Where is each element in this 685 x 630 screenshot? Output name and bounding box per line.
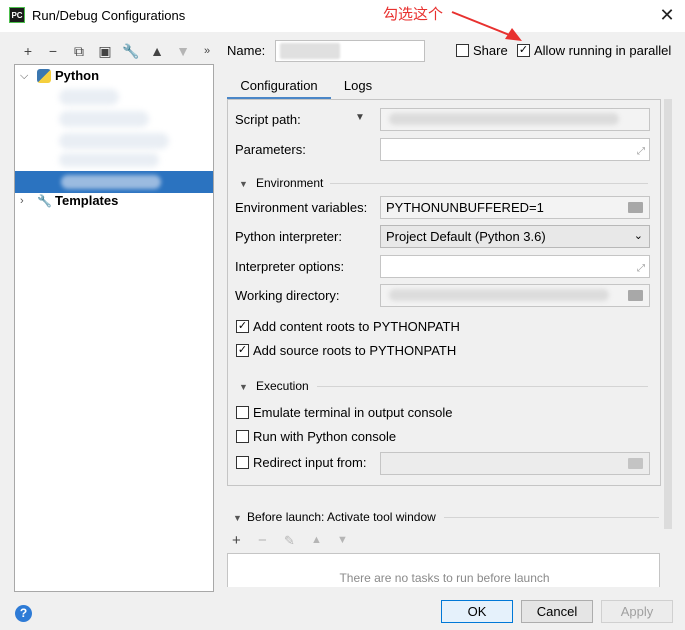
add-content-roots-checkbox[interactable]: ✓ xyxy=(236,320,249,333)
arrow-down-icon[interactable]: ▼ xyxy=(337,534,348,546)
interp-options-field[interactable]: ⤢ xyxy=(380,255,650,278)
add-source-roots-label: Add source roots to PYTHONPATH xyxy=(253,343,457,358)
allow-parallel-checkbox[interactable]: ✓ xyxy=(517,44,530,57)
chevron-down-icon[interactable]: ⌄ xyxy=(634,226,643,247)
script-path-label: Script path: xyxy=(235,112,301,127)
tree-item-templates[interactable]: › 🔧 Templates xyxy=(15,190,213,212)
redirect-input-field[interactable] xyxy=(380,452,650,475)
chevron-right-icon[interactable]: › xyxy=(20,190,24,212)
help-icon[interactable]: ? xyxy=(15,605,32,622)
parameters-field[interactable]: ⤢ xyxy=(380,138,650,161)
environment-section-title: Environment xyxy=(256,176,324,190)
more-icon[interactable]: » xyxy=(198,42,216,60)
expand-icon[interactable]: ⤢ xyxy=(637,258,645,279)
emulate-terminal-checkbox[interactable] xyxy=(236,406,249,419)
tree-item-label: Templates xyxy=(55,193,119,208)
allow-parallel-label: Allow running in parallel xyxy=(534,43,672,58)
annotation-arrow-icon xyxy=(451,11,522,41)
run-python-console-label: Run with Python console xyxy=(253,429,397,444)
tree-item-python[interactable]: ⌵ Python xyxy=(15,65,213,87)
save-icon[interactable]: ▣ xyxy=(96,42,114,60)
section-divider xyxy=(444,517,659,518)
wrench-icon: 🔧 xyxy=(37,194,52,208)
redirect-input-checkbox[interactable] xyxy=(236,456,249,469)
plus-icon[interactable]: + xyxy=(232,532,241,549)
share-checkbox[interactable] xyxy=(456,44,469,57)
blurred-path xyxy=(389,113,619,125)
folder-icon[interactable] xyxy=(628,458,643,469)
copy-icon[interactable]: ⧉ xyxy=(70,42,88,60)
chevron-down-icon[interactable]: ⌵ xyxy=(20,65,28,87)
add-source-roots-checkbox[interactable]: ✓ xyxy=(236,344,249,357)
collapse-icon[interactable]: ▼ xyxy=(233,513,242,523)
name-label: Name: xyxy=(227,43,266,58)
section-divider xyxy=(317,386,648,387)
interpreter-value: Project Default (Python 3.6) xyxy=(386,229,546,244)
env-vars-field[interactable]: PYTHONUNBUFFERED=1 xyxy=(380,196,650,219)
working-dir-field[interactable] xyxy=(380,284,650,307)
blurred-item xyxy=(59,111,149,127)
plus-icon[interactable]: + xyxy=(19,42,37,60)
name-field[interactable] xyxy=(275,40,425,62)
minus-icon[interactable]: − xyxy=(44,42,62,60)
configuration-tree[interactable]: ⌵ Python › 🔧 Templates xyxy=(14,64,214,592)
folder-icon[interactable] xyxy=(628,202,643,213)
arrow-up-icon[interactable]: ▲ xyxy=(148,42,166,60)
blurred-path xyxy=(389,289,609,301)
script-path-field[interactable] xyxy=(380,108,650,131)
apply-button[interactable]: Apply xyxy=(601,600,673,623)
interpreter-label: Python interpreter: xyxy=(235,229,342,244)
env-vars-value: PYTHONUNBUFFERED=1 xyxy=(386,200,544,215)
arrow-up-icon[interactable]: ▲ xyxy=(311,534,322,546)
empty-list-text: There are no tasks to run before launch xyxy=(339,571,550,585)
emulate-terminal-label: Emulate terminal in output console xyxy=(253,405,453,420)
before-launch-title: Before launch: Activate tool window xyxy=(247,510,436,524)
minus-icon[interactable]: − xyxy=(258,532,267,549)
share-label: Share xyxy=(473,43,508,58)
interp-options-label: Interpreter options: xyxy=(235,259,345,274)
section-divider xyxy=(330,183,648,184)
expand-icon[interactable]: ⤢ xyxy=(637,141,645,162)
blurred-item xyxy=(59,153,159,167)
interpreter-select[interactable]: Project Default (Python 3.6) ⌄ xyxy=(380,225,650,248)
scrollbar[interactable] xyxy=(664,99,672,529)
cancel-button[interactable]: Cancel xyxy=(521,600,593,623)
close-button[interactable]: ✕ xyxy=(655,4,679,26)
annotation-text: 勾选这个 xyxy=(383,6,444,23)
working-dir-label: Working directory: xyxy=(235,288,340,303)
blurred-item xyxy=(61,175,161,189)
blurred-item xyxy=(59,133,169,149)
pycharm-app-icon: PC xyxy=(9,7,25,23)
window-title: Run/Debug Configurations xyxy=(32,8,186,23)
run-python-console-checkbox[interactable] xyxy=(236,430,249,443)
dropdown-arrow-icon[interactable]: ▼ xyxy=(355,112,365,123)
env-vars-label: Environment variables: xyxy=(235,200,368,215)
redirect-input-label: Redirect input from: xyxy=(253,455,367,470)
tab-logs[interactable]: Logs xyxy=(333,73,383,99)
arrow-down-icon[interactable]: ▼ xyxy=(174,42,192,60)
collapse-icon[interactable]: ▼ xyxy=(239,382,248,392)
tab-configuration[interactable]: Configuration xyxy=(227,73,331,99)
collapse-icon[interactable]: ▼ xyxy=(239,179,248,189)
folder-icon[interactable] xyxy=(628,290,643,301)
ok-button[interactable]: OK xyxy=(441,600,513,623)
blurred-name xyxy=(280,43,340,59)
wrench-icon[interactable]: 🔧 xyxy=(122,42,140,60)
blurred-item xyxy=(59,89,119,105)
execution-section-title: Execution xyxy=(256,379,309,393)
edit-icon[interactable]: ✎ xyxy=(284,533,295,549)
tree-item-label: Python xyxy=(55,68,100,83)
before-launch-list[interactable]: There are no tasks to run before launch xyxy=(227,553,660,587)
add-content-roots-label: Add content roots to PYTHONPATH xyxy=(253,319,460,334)
parameters-label: Parameters: xyxy=(235,142,306,157)
python-icon xyxy=(37,69,51,83)
